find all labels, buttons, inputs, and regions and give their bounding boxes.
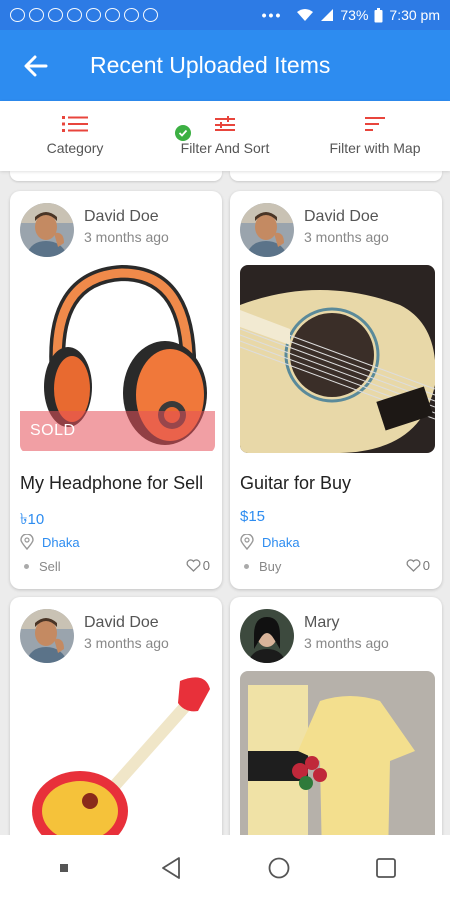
- post-time: 3 months ago: [84, 635, 169, 651]
- location-pin-icon: [240, 534, 254, 550]
- item-price: $15: [240, 508, 266, 525]
- avatar: [20, 203, 74, 257]
- notification-icon: [86, 8, 101, 22]
- item-photo: [240, 265, 435, 453]
- bullet-icon: [24, 564, 29, 569]
- app-bar: Recent Uploaded Items: [0, 30, 450, 101]
- overview-nav-button[interactable]: [356, 843, 416, 893]
- item-price: ৳10: [20, 511, 45, 528]
- notification-icons: [10, 8, 262, 22]
- sort-lines-icon: [365, 116, 385, 132]
- back-nav-button[interactable]: [141, 843, 201, 893]
- sold-badge: SOLD: [20, 411, 215, 451]
- owner-name: David Doe: [84, 208, 159, 225]
- like-count: 0: [202, 558, 210, 573]
- item-type-text: Sell: [39, 559, 61, 574]
- list-icon: [62, 116, 88, 132]
- owner-name: Mary: [304, 614, 340, 631]
- checkmark-icon: [175, 125, 191, 141]
- system-nav-bar: [0, 835, 450, 900]
- item-type-text: Buy: [259, 559, 282, 574]
- back-button[interactable]: [0, 30, 72, 101]
- owner-name: David Doe: [304, 208, 379, 225]
- notification-icon: [124, 8, 139, 22]
- item-photo: SOLD: [20, 265, 215, 453]
- notification-icon: [143, 8, 158, 22]
- filter-with-map-tab[interactable]: Filter with Map: [300, 101, 450, 171]
- filter-bar: Category Filter And Sort Filter with Map: [0, 101, 450, 171]
- location-text: Dhaka: [262, 534, 300, 550]
- item-location: Dhaka: [240, 534, 300, 550]
- item-photo: [240, 671, 435, 847]
- previous-card-edge: [230, 171, 442, 181]
- item-location: Dhaka: [20, 534, 80, 550]
- item-type: Sell: [20, 559, 61, 574]
- battery-percent: 73%: [340, 7, 369, 23]
- avatar: [240, 203, 294, 257]
- owner-name: David Doe: [84, 614, 159, 631]
- status-bar: ••• 73% 7:30 pm: [0, 0, 450, 30]
- heart-icon: [406, 559, 421, 572]
- item-card[interactable]: David Doe 3 months ago Guitar for Buy $1…: [230, 191, 442, 589]
- small-square-icon: [59, 863, 68, 872]
- location-pin-icon: [20, 534, 34, 550]
- item-title: Guitar for Buy: [240, 473, 352, 493]
- triangle-back-icon: [162, 856, 181, 879]
- wifi-icon: [297, 9, 314, 21]
- recents-dot-button[interactable]: [34, 843, 94, 893]
- bullet-icon: [244, 564, 249, 569]
- notification-icon: [67, 8, 82, 22]
- arrow-left-icon: [24, 55, 48, 76]
- item-card[interactable]: Mary 3 months ago: [230, 597, 442, 847]
- square-overview-icon: [376, 857, 397, 878]
- post-time: 3 months ago: [84, 229, 169, 245]
- notification-icon: [10, 8, 25, 22]
- notification-icon: [48, 8, 63, 22]
- post-time: 3 months ago: [304, 229, 389, 245]
- signal-icon: [321, 9, 334, 21]
- item-card[interactable]: David Doe 3 months ago SOLD My Headphone…: [10, 191, 222, 589]
- notification-icon: [105, 8, 120, 22]
- home-nav-button[interactable]: [249, 843, 309, 893]
- clock: 7:30 pm: [389, 7, 440, 23]
- filter-with-map-label: Filter with Map: [329, 140, 421, 156]
- sliders-icon: [215, 116, 235, 132]
- like-count: 0: [422, 558, 430, 573]
- location-text: Dhaka: [42, 534, 80, 550]
- more-notifications-icon: •••: [261, 7, 283, 23]
- like-button[interactable]: 0: [186, 558, 210, 573]
- page-title: Recent Uploaded Items: [90, 52, 331, 78]
- filter-and-sort-label: Filter And Sort: [180, 140, 270, 156]
- category-tab[interactable]: Category: [0, 101, 150, 171]
- item-photo: [20, 671, 215, 847]
- item-card[interactable]: David Doe 3 months ago: [10, 597, 222, 847]
- previous-card-edge: [10, 171, 222, 181]
- notification-icon: [29, 8, 44, 22]
- battery-icon: [374, 7, 383, 22]
- heart-icon: [186, 559, 201, 572]
- avatar: [20, 609, 74, 663]
- post-time: 3 months ago: [304, 635, 389, 651]
- avatar: [240, 609, 294, 663]
- category-label: Category: [46, 140, 104, 156]
- item-type: Buy: [240, 559, 281, 574]
- item-title: My Headphone for Sell: [20, 473, 204, 493]
- filter-and-sort-tab[interactable]: Filter And Sort: [150, 101, 300, 171]
- circle-home-icon: [268, 857, 290, 878]
- like-button[interactable]: 0: [406, 558, 430, 573]
